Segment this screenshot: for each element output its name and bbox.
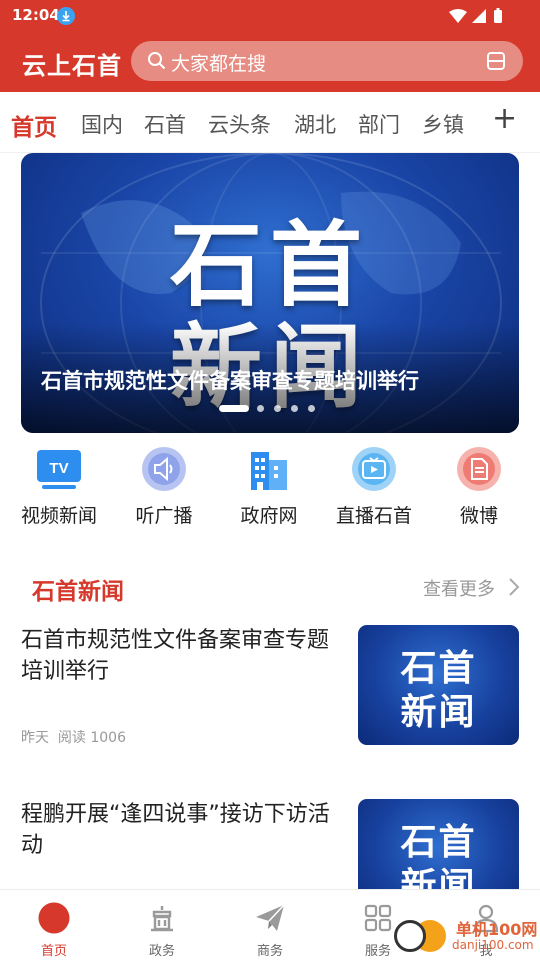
tab-domestic[interactable]: 国内 [81, 109, 123, 139]
tab-towns[interactable]: 乡镇 [422, 109, 464, 139]
download-icon [57, 7, 75, 25]
status-time: 12:04 [12, 6, 60, 24]
quick-video-news[interactable]: TV 视频新闻 [5, 446, 113, 528]
watermark-circle-plus [394, 920, 426, 952]
news-meta: 昨天 阅读 1006 [21, 727, 126, 747]
building-icon [246, 446, 292, 492]
broadcast-icon [141, 446, 187, 492]
nav-government-label: 政务 [148, 944, 175, 959]
watermark-url: danji100.com [452, 938, 534, 952]
home-dot-icon [38, 902, 70, 934]
banner-caption: 石首市规范性文件备案审查专题培训举行 [41, 369, 419, 393]
tab-headlines[interactable]: 云头条 [208, 109, 271, 139]
channel-tabs: 首页 国内 石首 云头条 湖北 部门 乡镇 + [0, 92, 540, 153]
tab-hubei[interactable]: 湖北 [294, 109, 336, 139]
nav-government[interactable]: 政务 [108, 890, 216, 960]
carousel-dot-active [219, 405, 249, 412]
battery-icon [494, 10, 502, 23]
app-title: 云上石首 [22, 52, 122, 80]
quick-live[interactable]: 直播石首 [320, 446, 428, 528]
scan-icon[interactable] [486, 51, 506, 75]
news-reads: 阅读 1006 [57, 730, 126, 746]
carousel-dot [274, 405, 281, 412]
search-bar[interactable]: 大家都在搜 [131, 41, 523, 81]
paper-plane-icon [256, 904, 285, 931]
quick-weibo[interactable]: 微博 [425, 446, 533, 528]
news-thumbnail: 石首 新闻 [358, 799, 519, 889]
news-time: 昨天 [21, 730, 49, 746]
quick-entries: TV 视频新闻 听广播 政府网 直播石首 微博 [0, 446, 540, 536]
quick-radio[interactable]: 听广播 [110, 446, 218, 528]
tv-icon: TV [36, 446, 82, 492]
nav-home[interactable]: 首页 [0, 890, 108, 960]
add-channel-button[interactable]: + [492, 104, 517, 134]
watermark-logo: 单机100网 danji100.com [390, 912, 540, 960]
quick-government-site-label: 政府网 [240, 505, 298, 527]
nav-business-label: 商务 [256, 944, 283, 959]
news-thumbnail: 石首 新闻 [358, 625, 519, 745]
wifi-icon [449, 9, 467, 23]
carousel-dot [291, 405, 298, 412]
live-video-icon [351, 446, 397, 492]
quick-weibo-label: 微博 [459, 505, 498, 527]
chevron-right-icon[interactable] [508, 577, 520, 601]
svg-text:TV: TV [49, 460, 68, 477]
news-title: 石首市规范性文件备案审查专题培训举行 [21, 628, 330, 684]
nav-business[interactable]: 商务 [216, 890, 324, 960]
thumbnail-text-bottom: 新闻 [400, 865, 477, 889]
section-title: 石首新闻 [32, 579, 124, 605]
system-status-icons [448, 7, 510, 29]
tab-shishou[interactable]: 石首 [144, 109, 186, 139]
thumbnail-text-bottom: 新闻 [400, 691, 477, 733]
news-item[interactable]: 石首市规范性文件备案审查专题培训举行 昨天 阅读 1006 石首 新闻 [0, 625, 540, 755]
watermark-text: 单机100网 [456, 920, 538, 939]
tab-home[interactable]: 首页 [11, 108, 57, 142]
news-item[interactable]: 程鹏开展“逢四说事”接访下访活动 石首 新闻 [0, 799, 540, 889]
quick-government-site[interactable]: 政府网 [215, 446, 323, 528]
news-title: 程鹏开展“逢四说事”接访下访活动 [21, 802, 330, 858]
quick-radio-label: 听广播 [135, 505, 193, 527]
quick-live-label: 直播石首 [335, 505, 412, 527]
search-icon [147, 51, 167, 75]
document-icon [456, 446, 502, 492]
status-bar: 12:04 [0, 0, 540, 32]
signal-icon [472, 9, 486, 23]
view-more-link[interactable]: 查看更多 [423, 575, 495, 601]
tab-departments[interactable]: 部门 [358, 109, 400, 139]
quick-video-news-label: 视频新闻 [20, 505, 97, 527]
carousel-dot [257, 405, 264, 412]
government-icon [151, 906, 173, 932]
banner-carousel[interactable]: 石首 新闻 石首市规范性文件备案审查专题培训举行 [21, 153, 519, 433]
nav-home-label: 首页 [40, 944, 67, 959]
app-header: 云上石首 大家都在搜 [0, 32, 540, 92]
search-placeholder: 大家都在搜 [171, 53, 267, 75]
carousel-dot [308, 405, 315, 412]
